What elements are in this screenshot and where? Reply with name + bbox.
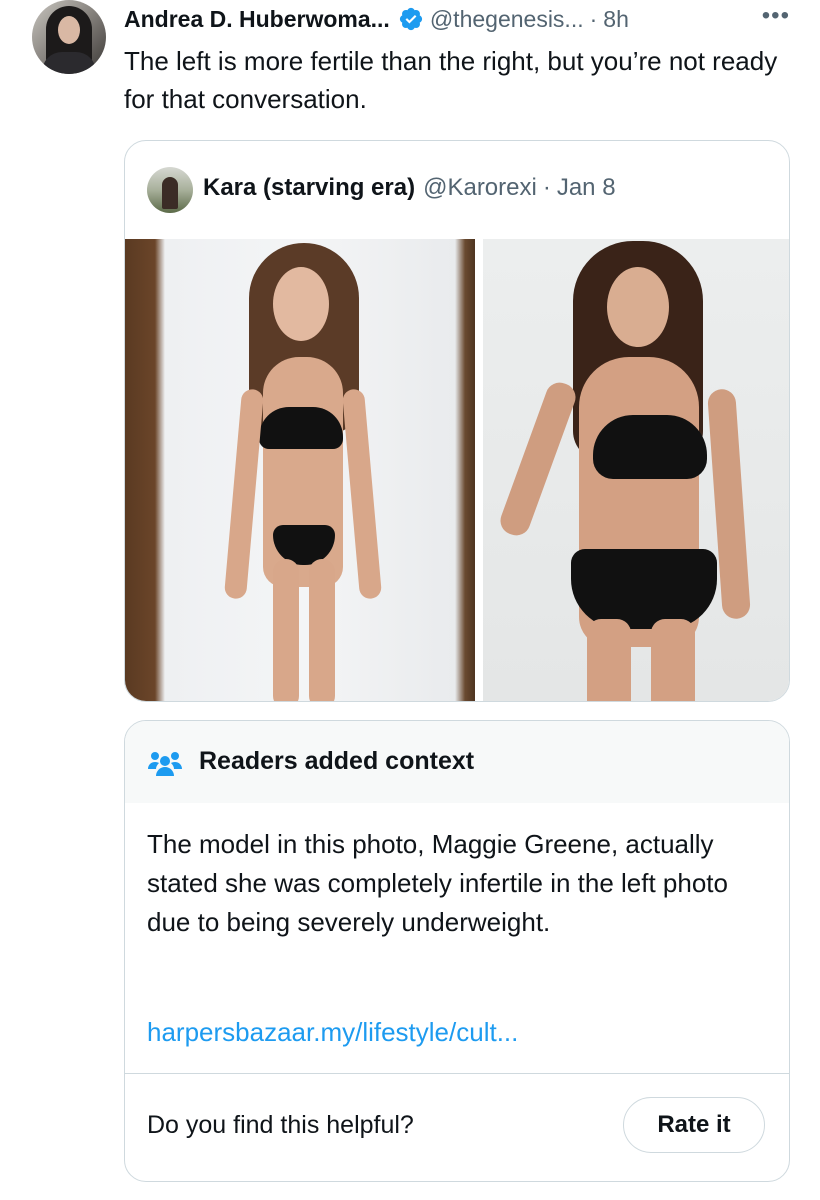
community-note-title: Readers added context [199, 747, 475, 775]
tweet-header: Andrea D. Huberwoma... @thegenesis... · … [124, 2, 790, 34]
quoted-tweet-date[interactable]: Jan 8 [557, 174, 616, 202]
community-note-source-link[interactable]: harpersbazaar.my/lifestyle/cult... [147, 1017, 518, 1048]
separator-dot: · [542, 174, 551, 201]
quoted-photo-right[interactable] [483, 239, 789, 701]
author-name[interactable]: Andrea D. Huberwoma... [124, 6, 390, 33]
quoted-tweet-card[interactable]: Kara (starving era) @Karorexi · Jan 8 [124, 140, 790, 702]
quoted-author-avatar[interactable] [147, 167, 193, 213]
quoted-photo-left[interactable] [125, 239, 475, 701]
people-icon [148, 752, 182, 776]
separator-dot: · [589, 5, 598, 32]
verified-badge-icon [399, 7, 422, 31]
community-note-card: Readers added context The model in this … [124, 720, 790, 1182]
quoted-author-name[interactable]: Kara (starving era) [203, 174, 415, 202]
divider [125, 1073, 789, 1074]
more-options-icon[interactable]: ••• [762, 2, 790, 30]
tweet-author-avatar[interactable] [32, 0, 106, 74]
helpful-question: Do you find this helpful? [147, 1111, 414, 1139]
quoted-author-handle[interactable]: @Karorexi [423, 174, 537, 202]
rate-it-button[interactable]: Rate it [623, 1097, 765, 1153]
community-note-header: Readers added context [125, 721, 789, 803]
tweet-text: The left is more fertile than the right,… [124, 46, 778, 114]
community-note-body: The model in this photo, Maggie Greene, … [147, 829, 728, 937]
tweet-time[interactable]: 8h [603, 6, 629, 33]
quoted-tweet-header: Kara (starving era) @Karorexi · Jan 8 [203, 171, 616, 205]
author-handle[interactable]: @thegenesis... [430, 6, 584, 33]
